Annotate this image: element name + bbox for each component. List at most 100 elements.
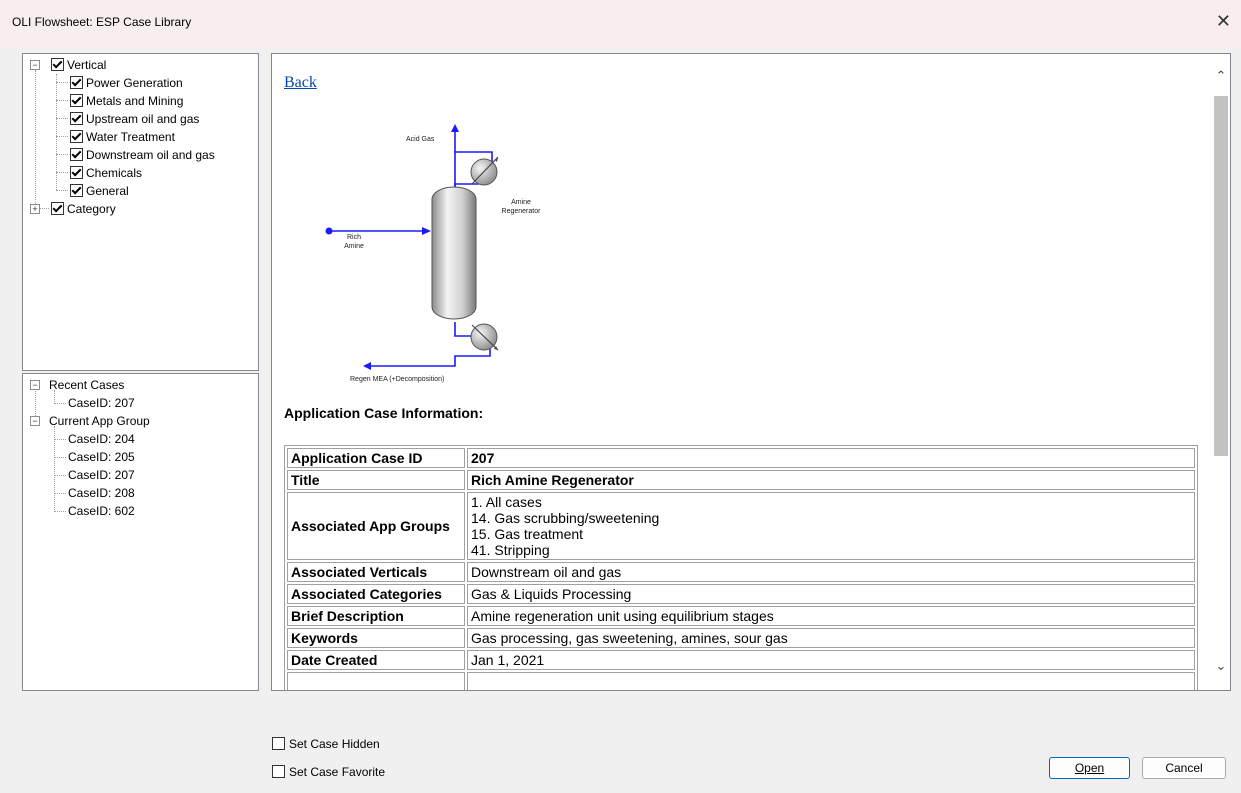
tree-node-case[interactable]: CaseID: 602 — [68, 502, 135, 520]
tree-node-label: CaseID: 205 — [68, 450, 135, 464]
power-generation-checkbox[interactable] — [70, 76, 83, 89]
tree-node-label: Power Generation — [86, 76, 183, 90]
back-link[interactable]: Back — [284, 74, 317, 92]
scroll-down-icon[interactable]: ⌄ — [1214, 658, 1228, 674]
row-value — [467, 672, 1195, 690]
tree-node-label: General — [86, 184, 129, 198]
scroll-up-icon[interactable]: ⌃ — [1214, 68, 1228, 84]
tree-node-label: CaseID: 208 — [68, 486, 135, 500]
general-checkbox[interactable] — [70, 184, 83, 197]
collapse-vertical-icon[interactable]: − — [30, 60, 40, 70]
tree-node-label: CaseID: 602 — [68, 504, 135, 518]
row-key: Application Case ID — [287, 448, 465, 468]
open-button[interactable]: Open — [1049, 757, 1130, 779]
set-case-favorite-checkbox[interactable] — [272, 765, 285, 778]
tree-node-downstream-oil-and-gas[interactable]: Downstream oil and gas — [70, 146, 215, 164]
row-value: Jan 1, 2021 — [467, 650, 1195, 670]
process-diagram: Acid Gas Amine Regenerator Rich Amine Re… — [325, 124, 542, 383]
set-case-favorite-option[interactable]: Set Case Favorite — [272, 765, 385, 779]
tree-node-label: Current App Group — [49, 414, 150, 428]
set-case-favorite-label: Set Case Favorite — [289, 765, 386, 779]
set-case-hidden-option[interactable]: Set Case Hidden — [272, 737, 380, 751]
tree-node-category[interactable]: Category — [51, 200, 116, 218]
table-row: Date Created Jan 1, 2021 — [287, 650, 1195, 670]
tree-node-label: Metals and Mining — [86, 94, 184, 108]
cancel-button[interactable]: Cancel — [1142, 757, 1226, 779]
tree-node-case[interactable]: CaseID: 205 — [68, 448, 135, 466]
row-value: Rich Amine Regenerator — [467, 470, 1195, 490]
table-row: Application Case ID 207 — [287, 448, 1195, 468]
tree-node-label: CaseID: 207 — [68, 468, 135, 482]
vertical-scrollbar[interactable]: ⌃ ⌄ — [1212, 54, 1230, 690]
upstream-oil-and-gas-checkbox[interactable] — [70, 112, 83, 125]
row-value: Gas & Liquids Processing — [467, 584, 1195, 604]
title-bar: OLI Flowsheet: ESP Case Library ✕ — [0, 0, 1241, 48]
tree-node-vertical[interactable]: Vertical — [51, 56, 106, 74]
category-checkbox[interactable] — [51, 202, 64, 215]
open-button-label: Open — [1074, 761, 1105, 775]
tree-node-metals-and-mining[interactable]: Metals and Mining — [70, 92, 183, 110]
row-key: Brief Description — [287, 606, 465, 626]
case-info-table: Application Case ID 207 Title Rich Amine… — [284, 445, 1198, 690]
tree-node-label: Vertical — [67, 58, 107, 72]
tree-node-water-treatment[interactable]: Water Treatment — [70, 128, 175, 146]
tree-node-label: CaseID: 207 — [68, 396, 135, 410]
collapse-group-icon[interactable]: − — [30, 416, 40, 426]
reboiler-icon — [470, 323, 499, 351]
app-group-item: 14. Gas scrubbing/sweetening — [471, 510, 660, 526]
set-case-hidden-checkbox[interactable] — [272, 737, 285, 750]
tree-node-label: Upstream oil and gas — [86, 112, 200, 126]
app-group-item: 1. All cases — [471, 494, 542, 510]
regenerator-label: Regenerator — [502, 208, 542, 215]
row-key: Associated App Groups — [287, 492, 465, 560]
expand-category-icon[interactable]: + — [30, 204, 40, 214]
scroll-thumb[interactable] — [1214, 96, 1228, 456]
metals-and-mining-checkbox[interactable] — [70, 94, 83, 107]
row-value: 1. All cases 14. Gas scrubbing/sweetenin… — [467, 492, 1195, 560]
chemicals-checkbox[interactable] — [70, 166, 83, 179]
tree-node-case[interactable]: CaseID: 208 — [68, 484, 135, 502]
tree-node-case[interactable]: CaseID: 207 — [68, 466, 135, 484]
rich-amine-feed-dot — [325, 227, 333, 235]
condenser-icon — [470, 156, 499, 186]
tree-node-label: Water Treatment — [86, 130, 175, 144]
tree-node-current-app-group[interactable]: Current App Group — [49, 412, 150, 430]
table-row: Title Rich Amine Regenerator — [287, 470, 1195, 490]
tree-node-upstream-oil-and-gas[interactable]: Upstream oil and gas — [70, 110, 199, 128]
filter-tree[interactable]: − Vertical Power Generation Metals and M… — [22, 53, 259, 371]
row-key: Associated Verticals — [287, 562, 465, 582]
window-title: OLI Flowsheet: ESP Case Library — [12, 15, 192, 29]
tree-node-label: Recent Cases — [49, 378, 125, 392]
regen-mea-label: Regen MEA (+Decomposition) — [350, 376, 444, 383]
tree-node-recent-case[interactable]: CaseID: 207 — [68, 394, 135, 412]
table-row: Associated Categories Gas & Liquids Proc… — [287, 584, 1195, 604]
table-row: Brief Description Amine regeneration uni… — [287, 606, 1195, 626]
amine-label: Amine — [511, 199, 531, 206]
table-row: Keywords Gas processing, gas sweetening,… — [287, 628, 1195, 648]
tree-node-general[interactable]: General — [70, 182, 129, 200]
row-key: Title — [287, 470, 465, 490]
row-key — [287, 672, 465, 690]
row-key: Keywords — [287, 628, 465, 648]
section-title: Application Case Information: — [284, 405, 484, 421]
tree-node-label: Chemicals — [86, 166, 143, 180]
water-treatment-checkbox[interactable] — [70, 130, 83, 143]
case-detail-view[interactable]: Back Acid Gas Amine Regenerator Rich Ami… — [271, 53, 1231, 691]
table-row — [287, 672, 1195, 690]
vertical-checkbox[interactable] — [51, 58, 64, 71]
rich-amine-label: Amine — [344, 243, 364, 250]
close-icon[interactable]: ✕ — [1216, 11, 1231, 32]
row-value: 207 — [467, 448, 1195, 468]
app-group-item: 15. Gas treatment — [471, 526, 584, 542]
app-group-item: 41. Stripping — [471, 542, 550, 558]
set-case-hidden-label: Set Case Hidden — [289, 737, 380, 751]
tree-node-power-generation[interactable]: Power Generation — [70, 74, 183, 92]
downstream-oil-and-gas-checkbox[interactable] — [70, 148, 83, 161]
case-tree[interactable]: − Recent Cases CaseID: 207 − Current App… — [22, 373, 259, 691]
tree-node-chemicals[interactable]: Chemicals — [70, 164, 142, 182]
tree-node-recent-cases[interactable]: Recent Cases — [49, 376, 124, 394]
cancel-button-label: Cancel — [1165, 761, 1203, 775]
collapse-recent-icon[interactable]: − — [30, 380, 40, 390]
tree-node-case[interactable]: CaseID: 204 — [68, 430, 135, 448]
table-row: Associated Verticals Downstream oil and … — [287, 562, 1195, 582]
